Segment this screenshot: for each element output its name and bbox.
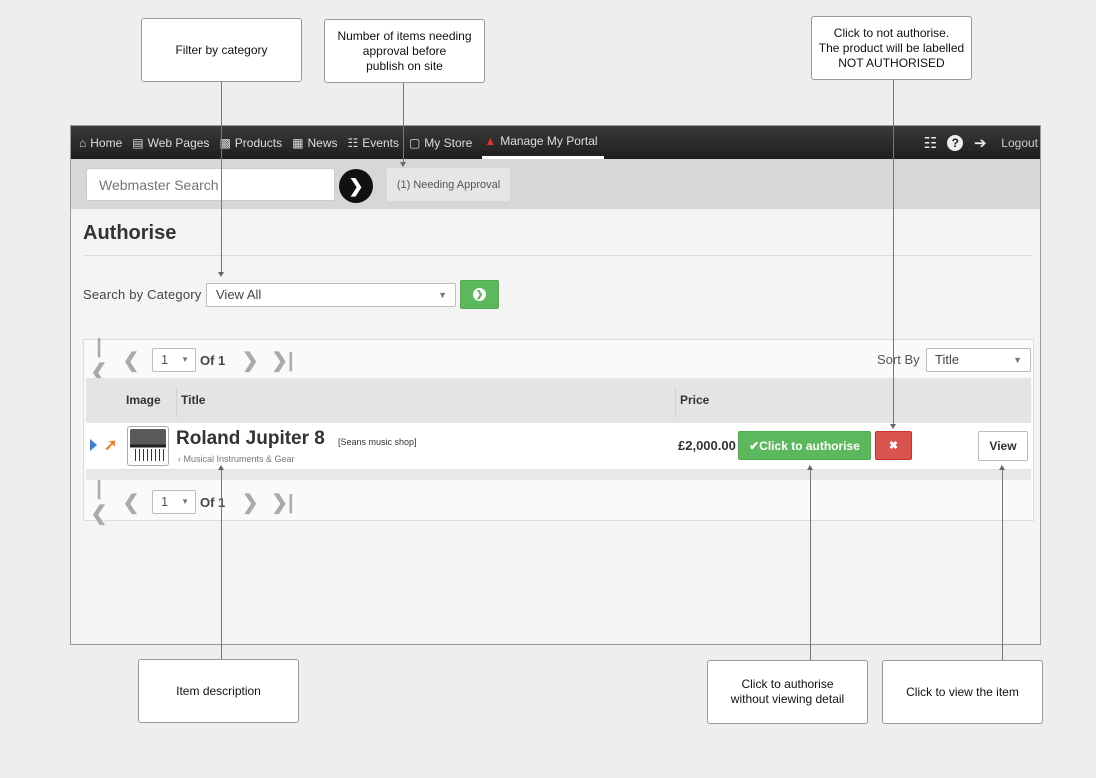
app-window: ⌂ Home ▤ Web Pages ▩ Products ▦ News ☷ E… <box>70 125 1041 645</box>
nav-home[interactable]: ⌂ Home <box>79 126 122 159</box>
first-page-icon[interactable]: |❮ <box>88 478 110 526</box>
last-page-icon[interactable]: ❯| <box>271 490 293 515</box>
cart-icon: ▢ <box>408 135 421 150</box>
arrow-up-icon <box>218 465 224 470</box>
search-bar: ❯ (1) Needing Approval <box>71 159 1040 209</box>
nav-manage-my-portal[interactable]: ▲ Manage My Portal <box>482 126 604 159</box>
category-select-value: View All <box>216 287 262 302</box>
next-page-icon[interactable]: ❯ <box>239 490 261 515</box>
pager-top: |❮ ❮ 1 ▼ Of 1 ❯ ❯| <box>88 336 303 383</box>
help-icon[interactable]: ? <box>947 134 964 151</box>
nav-products-label: Products <box>234 135 283 150</box>
callout-view-item: Click to view the item <box>882 660 1043 724</box>
connector-line <box>403 83 404 162</box>
pager-bottom: |❮ ❮ 1 ▼ Of 1 ❯ ❯| <box>88 478 303 525</box>
callout-needing-approval: Number of items needing approval before … <box>324 19 485 83</box>
column-header-price[interactable]: Price <box>675 387 709 417</box>
caret-down-icon: ▼ <box>181 497 189 506</box>
pending-flag-icon: ➚ <box>104 437 118 454</box>
table-header: Image Title Price <box>86 378 1031 423</box>
sort-select[interactable]: Title ▼ <box>926 348 1031 372</box>
page-select[interactable]: 1 ▼ <box>152 490 196 514</box>
needing-approval-button[interactable]: (1) Needing Approval <box>387 168 510 201</box>
item-price: £2,000.00 <box>678 438 736 453</box>
last-page-icon[interactable]: ❯| <box>271 348 293 373</box>
arrow-down-icon <box>400 162 406 167</box>
callout-authorise-without-detail: Click to authorise without viewing detai… <box>707 660 868 724</box>
top-nav: ⌂ Home ▤ Web Pages ▩ Products ▦ News ☷ E… <box>71 126 1040 159</box>
prev-page-icon[interactable]: ❮ <box>120 490 142 515</box>
nav-events[interactable]: ☷ Events <box>348 126 399 159</box>
search-go-button[interactable]: ❯ <box>339 169 373 203</box>
calendar-icon: ☷ <box>347 135 359 150</box>
next-page-icon[interactable]: ❯ <box>239 348 261 373</box>
page-title: Authorise <box>83 222 177 244</box>
arrow-down-icon <box>890 424 896 429</box>
nav-home-label: Home <box>90 135 123 150</box>
nav-web-pages-label: Web Pages <box>147 135 210 150</box>
view-button[interactable]: View <box>978 431 1028 461</box>
table-row: ➚ Roland Jupiter 8 [Seans music shop] ‹ … <box>86 423 1031 470</box>
nav-right: ☷ ? ➔ Logout <box>919 126 1040 159</box>
connector-line <box>1002 470 1003 660</box>
nav-web-pages[interactable]: ▤ Web Pages <box>132 126 209 159</box>
authorise-button[interactable]: ✔Click to authorise <box>738 431 871 460</box>
chevron-right-icon: ❯ <box>348 175 364 196</box>
callout-item-description: Item description <box>138 659 299 723</box>
sort-by-label: Sort By <box>877 352 920 367</box>
logout-icon[interactable]: ➔ <box>969 132 991 154</box>
page-select-value: 1 <box>161 352 169 367</box>
first-page-icon[interactable]: |❮ <box>88 336 110 384</box>
arrow-down-icon <box>218 272 224 277</box>
connector-line <box>221 82 222 272</box>
nav-manage-my-portal-label: Manage My Portal <box>500 134 598 148</box>
not-authorise-button[interactable]: ✖ <box>875 431 912 460</box>
page-count: Of 1 <box>200 352 226 368</box>
webmaster-search-input[interactable] <box>86 168 335 201</box>
shop-tag: [Seans music shop] <box>338 437 417 447</box>
connector-line <box>893 80 894 424</box>
page-select[interactable]: 1 ▼ <box>152 348 196 372</box>
item-category: ‹ Musical Instruments & Gear <box>178 454 295 464</box>
news-icon: ▦ <box>292 135 304 150</box>
nav-events-label: Events <box>362 135 399 150</box>
nav-products[interactable]: ▩ Products <box>219 126 282 159</box>
category-label: Search by Category <box>83 287 202 302</box>
nav-my-store-label: My Store <box>424 135 473 150</box>
expand-row-icon[interactable] <box>90 439 97 451</box>
nav-my-store[interactable]: ▢ My Store <box>409 126 472 159</box>
callout-filter-by-category: Filter by category <box>141 18 302 82</box>
prev-page-icon[interactable]: ❮ <box>120 348 142 373</box>
column-header-title[interactable]: Title <box>176 387 205 417</box>
caret-down-icon: ▼ <box>181 355 189 364</box>
item-title: Roland Jupiter 8 <box>176 428 325 449</box>
nav-news[interactable]: ▦ News <box>292 126 337 159</box>
callout-not-authorise: Click to not authorise. The product will… <box>811 16 972 80</box>
sort-select-value: Title <box>935 352 960 367</box>
row-separator <box>86 470 1031 480</box>
connector-line <box>810 470 811 660</box>
arrow-up-icon <box>807 465 813 470</box>
caret-down-icon: ▼ <box>1013 355 1022 365</box>
divider <box>83 255 1032 256</box>
page-select-value: 1 <box>161 494 169 509</box>
category-go-button[interactable]: ❯ <box>460 280 499 309</box>
home-icon: ⌂ <box>79 135 87 150</box>
calendar-icon[interactable]: ☷ <box>919 132 941 154</box>
connector-line <box>221 470 222 659</box>
category-select[interactable]: View All ▼ <box>206 283 456 307</box>
approval-grid: |❮ ❮ 1 ▼ Of 1 ❯ ❯| Sort By Title ▼ Image… <box>83 336 1034 525</box>
logout-link[interactable]: Logout <box>1001 136 1038 150</box>
caret-down-icon: ▼ <box>438 290 447 300</box>
web-pages-icon: ▤ <box>132 135 144 150</box>
arrow-up-icon <box>999 465 1005 470</box>
chevron-circle-right-icon: ❯ <box>473 288 486 301</box>
nav-news-label: News <box>307 135 338 150</box>
product-thumbnail[interactable] <box>127 426 169 466</box>
sitemap-icon: ▲ <box>484 134 497 148</box>
